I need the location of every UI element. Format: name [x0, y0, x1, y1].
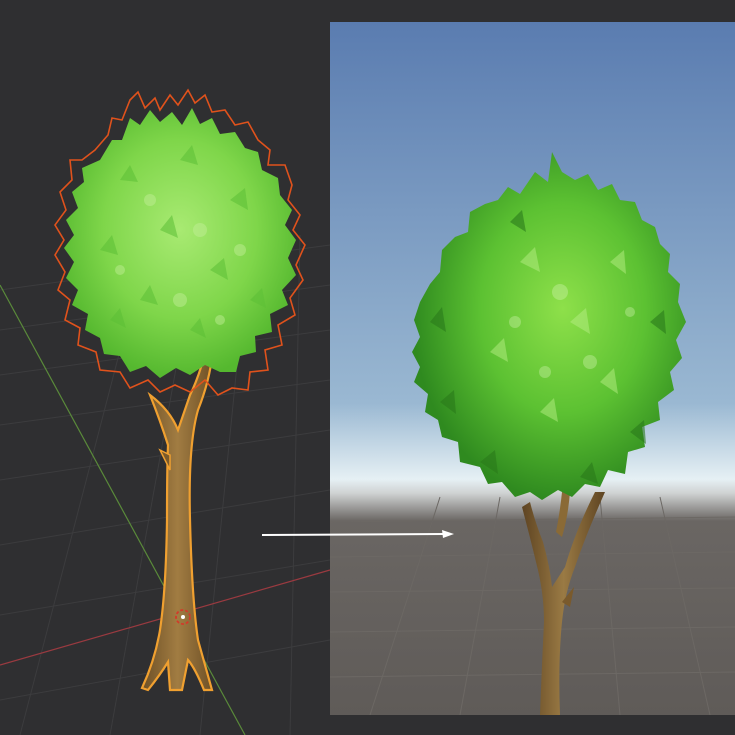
game-preview-panel	[330, 22, 735, 715]
editor-tree-trunk[interactable]	[140, 343, 215, 692]
editor-tree-foliage[interactable]	[64, 108, 296, 378]
arrow-right-icon	[261, 527, 454, 543]
game-canvas	[330, 22, 735, 715]
